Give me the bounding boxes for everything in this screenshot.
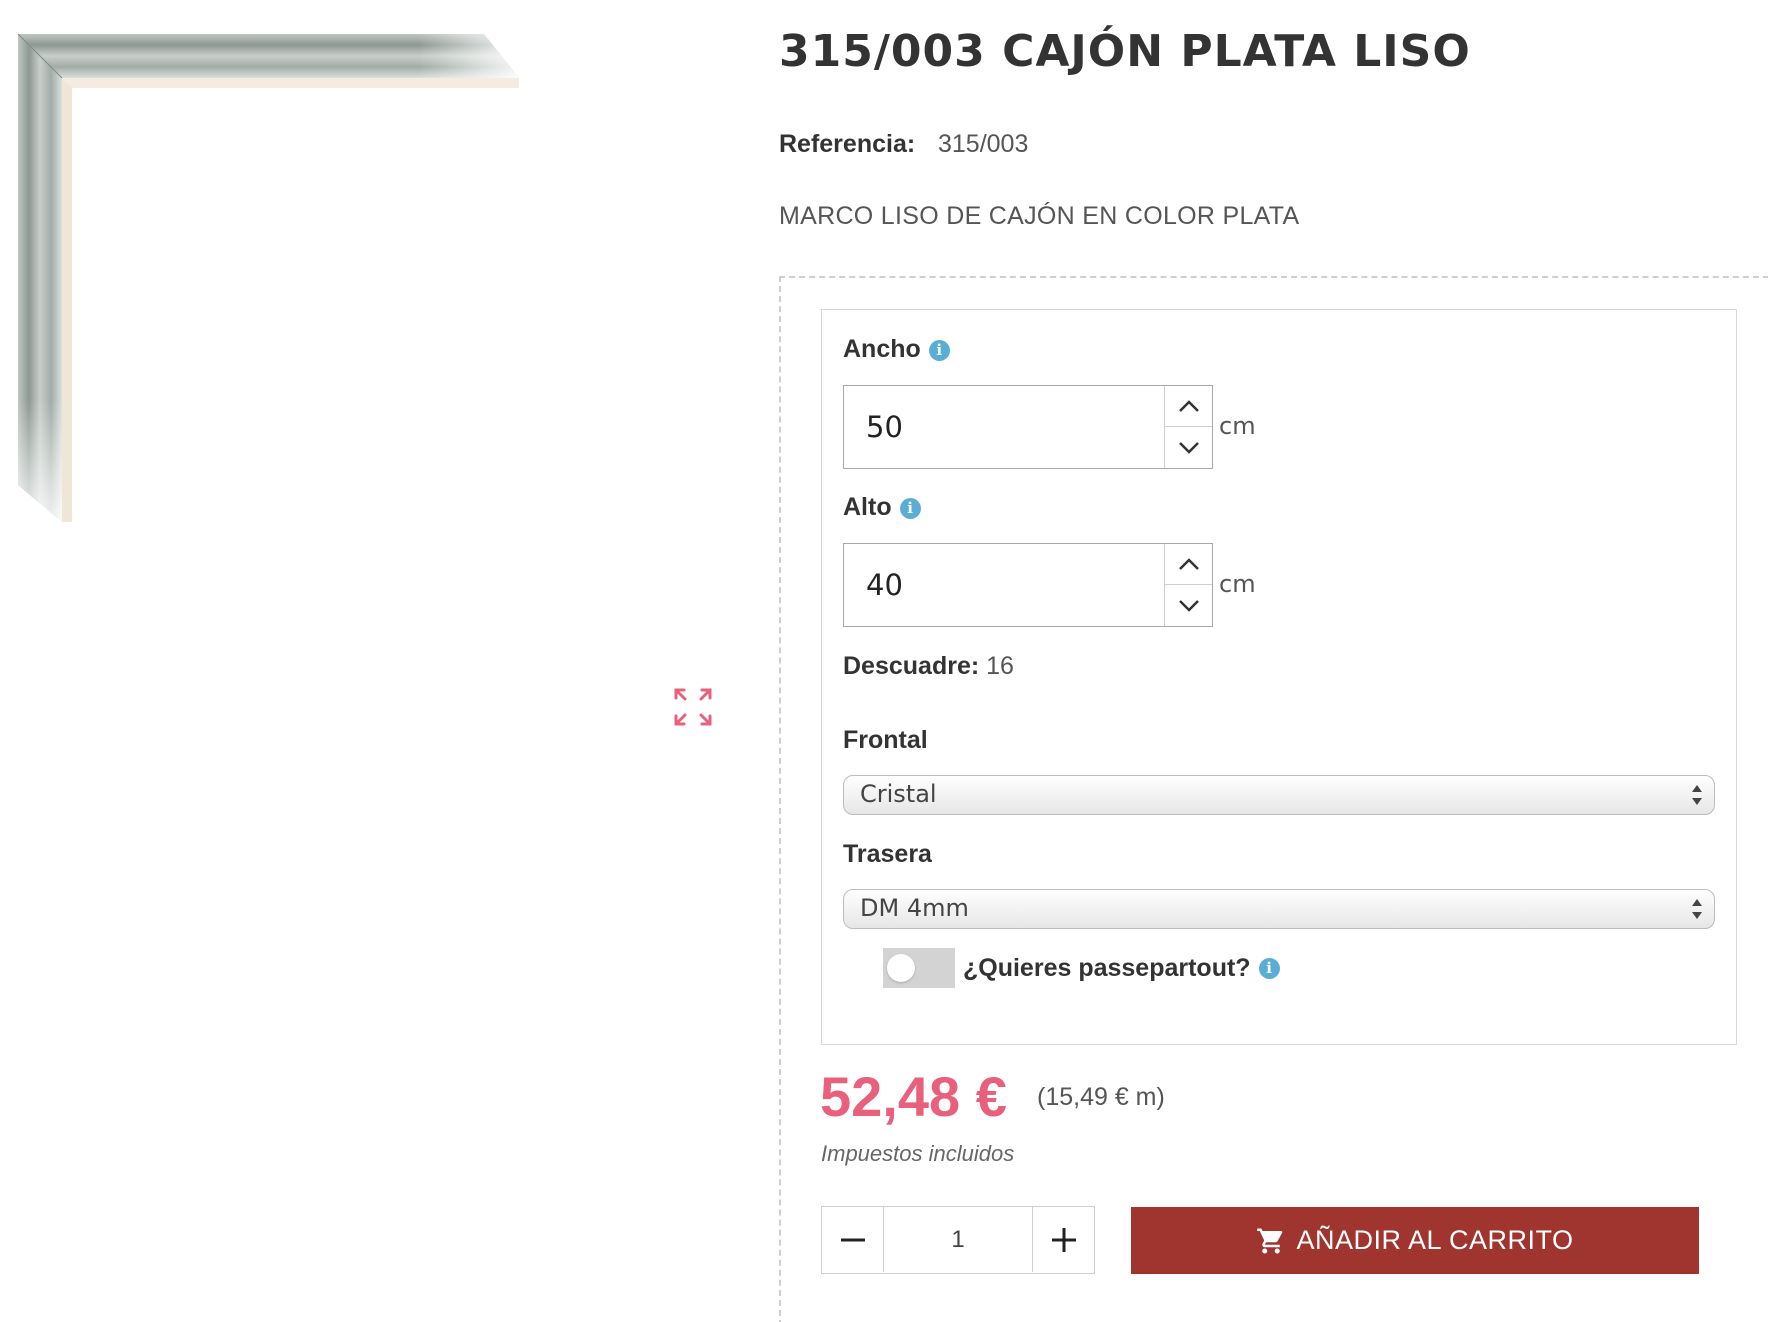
toggle-knob [887, 954, 915, 982]
product-price: 52,48 € [820, 1065, 1007, 1128]
passepartout-row: ¿Quieres passepartout? i [883, 948, 1280, 988]
frame-corner-image [17, 33, 519, 522]
frontal-selected-value: Cristal [860, 780, 937, 808]
ancho-decrement-button[interactable] [1165, 427, 1212, 468]
passepartout-label: ¿Quieres passepartout? [963, 953, 1251, 982]
alto-unit: cm [1219, 570, 1256, 598]
select-arrows-icon [1692, 899, 1702, 919]
ancho-value[interactable]: 50 [866, 386, 903, 468]
add-to-cart-button[interactable]: AÑADIR AL CARRITO [1131, 1207, 1699, 1274]
product-image-area [0, 0, 760, 1322]
quantity-decrease-button[interactable] [822, 1207, 884, 1272]
expand-icon[interactable] [672, 686, 714, 728]
descuadre-value: 16 [986, 652, 1014, 680]
info-icon[interactable]: i [928, 339, 950, 361]
frontal-label: Frontal [843, 726, 928, 754]
ancho-label: Ancho i [843, 335, 950, 364]
alto-stepper[interactable]: 40 [843, 543, 1213, 627]
alto-label-text: Alto [843, 493, 892, 521]
trasera-selected-value: DM 4mm [860, 894, 969, 922]
alto-value[interactable]: 40 [866, 544, 903, 626]
alto-increment-button[interactable] [1165, 544, 1212, 585]
tax-note: Impuestos incluidos [821, 1141, 1015, 1166]
chevron-up-icon [1178, 400, 1199, 412]
minus-icon [840, 1238, 865, 1241]
info-icon[interactable]: i [899, 497, 921, 519]
frontal-select[interactable]: Cristal [843, 775, 1715, 815]
unit-price: (15,49 € m) [1037, 1083, 1165, 1111]
cart-icon [1257, 1228, 1283, 1253]
trasera-label: Trasera [843, 840, 932, 868]
ancho-increment-button[interactable] [1165, 386, 1212, 427]
passepartout-toggle[interactable] [883, 948, 955, 988]
add-to-cart-label: AÑADIR AL CARRITO [1296, 1225, 1574, 1255]
reference-label: Referencia: [779, 130, 916, 158]
descuadre-label: Descuadre: [843, 652, 980, 680]
ancho-stepper[interactable]: 50 [843, 385, 1213, 469]
alto-label: Alto i [843, 493, 921, 522]
reference-value: 315/003 [938, 130, 1029, 158]
product-title: 315/003 CAJÓN PLATA LISO [779, 26, 1471, 77]
chevron-up-icon [1178, 558, 1199, 570]
chevron-down-icon [1178, 599, 1199, 612]
chevron-down-icon [1178, 441, 1199, 454]
trasera-select[interactable]: DM 4mm [843, 889, 1715, 929]
product-description: MARCO LISO DE CAJÓN EN COLOR PLATA [779, 202, 1300, 230]
quantity-input[interactable]: 1 [884, 1207, 1032, 1273]
ancho-unit: cm [1219, 412, 1256, 440]
alto-decrement-button[interactable] [1165, 585, 1212, 626]
ancho-label-text: Ancho [843, 335, 921, 363]
quantity-stepper: 1 [821, 1206, 1095, 1274]
plus-icon [1051, 1227, 1076, 1252]
select-arrows-icon [1692, 785, 1702, 805]
quantity-increase-button[interactable] [1032, 1207, 1094, 1272]
descuadre: Descuadre: 16 [843, 652, 1014, 681]
info-icon[interactable]: i [1258, 957, 1280, 979]
